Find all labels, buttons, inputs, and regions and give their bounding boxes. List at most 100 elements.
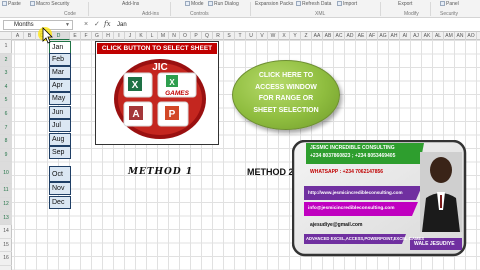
column-header-af[interactable]: AF — [367, 32, 378, 40]
column-header-k[interactable]: K — [136, 32, 147, 40]
month-cell-jul[interactable]: Jul — [49, 119, 71, 132]
ribbon-item-add-ins[interactable]: Add-Ins — [122, 1, 139, 7]
column-header-ab[interactable]: AB — [323, 32, 334, 40]
ribbon-item-refresh-data[interactable]: Refresh Data — [296, 1, 331, 7]
column-header-r[interactable]: R — [213, 32, 224, 40]
column-header-y[interactable]: Y — [290, 32, 301, 40]
card-website[interactable]: http://www.jesmicincredibleconsulting.co… — [308, 190, 403, 195]
column-header-ai[interactable]: AI — [400, 32, 411, 40]
column-header-b[interactable]: B — [24, 32, 36, 40]
column-header-p[interactable]: P — [191, 32, 202, 40]
row-header-2[interactable]: 2 — [0, 53, 12, 68]
month-cell-oct[interactable]: Oct — [49, 166, 71, 182]
column-header-t[interactable]: T — [235, 32, 246, 40]
column-header-ah[interactable]: AH — [389, 32, 400, 40]
ribbon-item-label: Refresh Data — [302, 1, 332, 7]
select-sheet-banner[interactable]: CLICK BUTTON TO SELECT SHEET — [97, 43, 217, 54]
column-header-am[interactable]: AM — [444, 32, 455, 40]
column-header-u[interactable]: U — [246, 32, 257, 40]
month-cell-aug[interactable]: Aug — [49, 133, 71, 146]
chevron-down-icon[interactable]: ▼ — [65, 21, 70, 30]
column-header-f[interactable]: F — [81, 32, 92, 40]
row-header-14[interactable]: 14 — [0, 225, 12, 239]
enter-icon[interactable]: ✓ — [94, 21, 100, 29]
column-header-w[interactable]: W — [268, 32, 279, 40]
column-header-ak[interactable]: AK — [422, 32, 433, 40]
row-header-8[interactable]: 8 — [0, 135, 12, 149]
column-header-s[interactable]: S — [224, 32, 235, 40]
cancel-icon[interactable]: × — [84, 21, 88, 29]
row-header-4[interactable]: 4 — [0, 80, 12, 95]
insert-function-icon[interactable]: fx — [104, 20, 111, 28]
column-header-h[interactable]: H — [103, 32, 114, 40]
ribbon-item-label: Mode — [191, 1, 204, 7]
column-header-l[interactable]: L — [147, 32, 158, 40]
row-header-15[interactable]: 15 — [0, 239, 12, 253]
card-name: WALE JESUDIYE — [414, 241, 455, 247]
column-header-a[interactable]: A — [12, 32, 24, 40]
card-phone: +234 8037860823 ; +234 8053469405 — [310, 153, 396, 159]
column-header-al[interactable]: AL — [433, 32, 444, 40]
row-header-13[interactable]: 13 — [0, 211, 12, 226]
column-header-ac[interactable]: AC — [334, 32, 345, 40]
column-header-j[interactable]: J — [125, 32, 136, 40]
select-all-corner[interactable] — [0, 32, 12, 40]
column-header-g[interactable]: G — [92, 32, 103, 40]
column-header-aa[interactable]: AA — [312, 32, 323, 40]
row-header-6[interactable]: 6 — [0, 108, 12, 122]
month-cell-mar[interactable]: Mar — [49, 66, 71, 79]
column-header-n[interactable]: N — [169, 32, 180, 40]
access-window-button-label[interactable]: CLICK HERE TO ACCESS WINDOW FOR RANGE OR… — [238, 70, 334, 116]
column-header-x[interactable]: X — [279, 32, 290, 40]
column-header-ag[interactable]: AG — [378, 32, 389, 40]
column-header-v[interactable]: V — [257, 32, 268, 40]
month-cell-nov[interactable]: Nov — [49, 182, 71, 195]
column-header-ao[interactable]: AO — [466, 32, 477, 40]
row-header-1[interactable]: 1 — [0, 40, 12, 54]
column-header-ad[interactable]: AD — [345, 32, 356, 40]
column-header: ABCDEFGHIJKLMNOPQRSTUVWXYZAAABACADAEAFAG… — [0, 32, 480, 40]
logo-label-text: GAMES — [165, 90, 190, 97]
ribbon-item-paste[interactable]: Paste — [2, 1, 21, 7]
ribbon-item-export[interactable]: Export — [398, 1, 412, 7]
ribbon-item-expansion-packs[interactable]: Expansion Packs — [255, 1, 293, 7]
row-header-16[interactable]: 16 — [0, 252, 12, 266]
method-1-label: METHOD 1 — [128, 167, 194, 177]
ribbon-group-controls: Controls — [190, 11, 209, 17]
row-header-11[interactable]: 11 — [0, 184, 12, 198]
month-cell-feb[interactable]: Feb — [49, 53, 71, 66]
column-header-an[interactable]: AN — [455, 32, 466, 40]
warning-icon — [30, 1, 35, 7]
paste-icon — [2, 1, 7, 7]
column-header-z[interactable]: Z — [301, 32, 312, 40]
column-header-ae[interactable]: AE — [356, 32, 367, 40]
ribbon-item-macro-security[interactable]: Macro Security — [30, 1, 69, 7]
row-header-12[interactable]: 12 — [0, 198, 12, 212]
column-header-aj[interactable]: AJ — [411, 32, 422, 40]
month-cell-jun[interactable]: Jun — [49, 106, 71, 119]
row-header-10[interactable]: 10 — [0, 162, 12, 185]
row-header-7[interactable]: 7 — [0, 121, 12, 136]
ribbon-item-run-dialog[interactable]: Run Dialog — [208, 1, 239, 7]
ribbon-item-import[interactable]: Import — [337, 1, 357, 7]
ribbon-item-mode[interactable]: Mode — [185, 1, 204, 7]
column-header-o[interactable]: O — [180, 32, 191, 40]
month-cell-apr[interactable]: Apr — [49, 79, 71, 92]
column-header-m[interactable]: M — [158, 32, 169, 40]
button-line: FOR RANGE OR — [258, 95, 314, 102]
column-header-q[interactable]: Q — [202, 32, 213, 40]
column-header-e[interactable]: E — [70, 32, 81, 40]
row-header-3[interactable]: 3 — [0, 67, 12, 81]
card-email[interactable]: info@jesmicincredibleconsulting.com — [308, 206, 395, 211]
month-cell-dec[interactable]: Dec — [49, 196, 71, 209]
row-header-9[interactable]: 9 — [0, 148, 12, 163]
jic-games-logo[interactable]: JIC X X GAMES A P — [110, 55, 210, 141]
month-cell-may[interactable]: May — [49, 92, 71, 105]
ribbon-item-panel[interactable]: Panel — [440, 1, 459, 7]
row-header-5[interactable]: 5 — [0, 94, 12, 108]
powerpoint-icon-letter: P — [169, 109, 176, 120]
column-header-i[interactable]: I — [114, 32, 125, 40]
formula-bar: Months ▼ × ✓ fx Jan — [0, 18, 480, 32]
formula-input[interactable]: Jan — [114, 20, 476, 30]
month-cell-sep[interactable]: Sep — [49, 146, 71, 159]
